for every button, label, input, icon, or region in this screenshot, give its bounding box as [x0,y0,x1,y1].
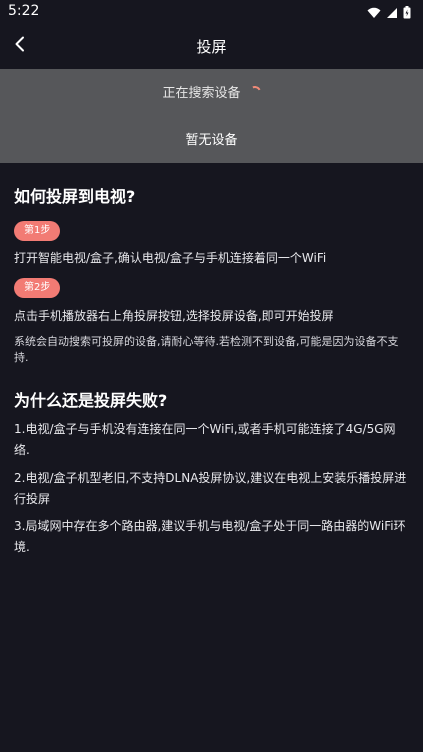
app-bar: 投屏 [0,24,423,69]
status-time: 5:22 [8,3,40,19]
battery-icon [403,4,411,23]
status-bar: 5:22 [0,0,423,24]
reason-3: 3.局域网中存在多个路由器,建议手机与电视/盒子处于同一路由器的WiFi环境. [14,519,406,554]
step-2-badge: 第2步 [14,278,61,298]
loading-spinner-icon [246,83,263,100]
no-device-label: 暂无设备 [185,133,238,148]
step-1-text: 打开智能电视/盒子,确认电视/盒子与手机连接着同一个WiFi [14,251,327,265]
why-fail-title: 为什么还是投屏失败? [14,391,168,410]
searching-status: 正在搜索设备 [0,82,423,101]
page-title: 投屏 [196,38,227,56]
how-to-title: 如何投屏到电视? [14,187,136,206]
status-icons [367,4,411,23]
wifi-icon [367,4,381,23]
step-2-text: 点击手机播放器右上角投屏按钮,选择投屏设备,即可开始投屏 [14,309,334,323]
device-panel: 正在搜索设备 暂无设备 [0,69,423,163]
reason-1: 1.电视/盒子与手机没有连接在同一个WiFi,或者手机可能连接了4G/5G网络. [14,422,396,457]
step-1-badge: 第1步 [14,221,61,241]
signal-icon [386,4,398,23]
searching-label: 正在搜索设备 [162,86,241,101]
reason-2: 2.电视/盒子机型老旧,不支持DLNA投屏协议,建议在电视上安装乐播投屏进行投屏 [14,471,407,506]
help-note: 系统会自动搜索可投屏的设备,请耐心等待.若检测不到设备,可能是因为设备不支持. [14,335,399,364]
